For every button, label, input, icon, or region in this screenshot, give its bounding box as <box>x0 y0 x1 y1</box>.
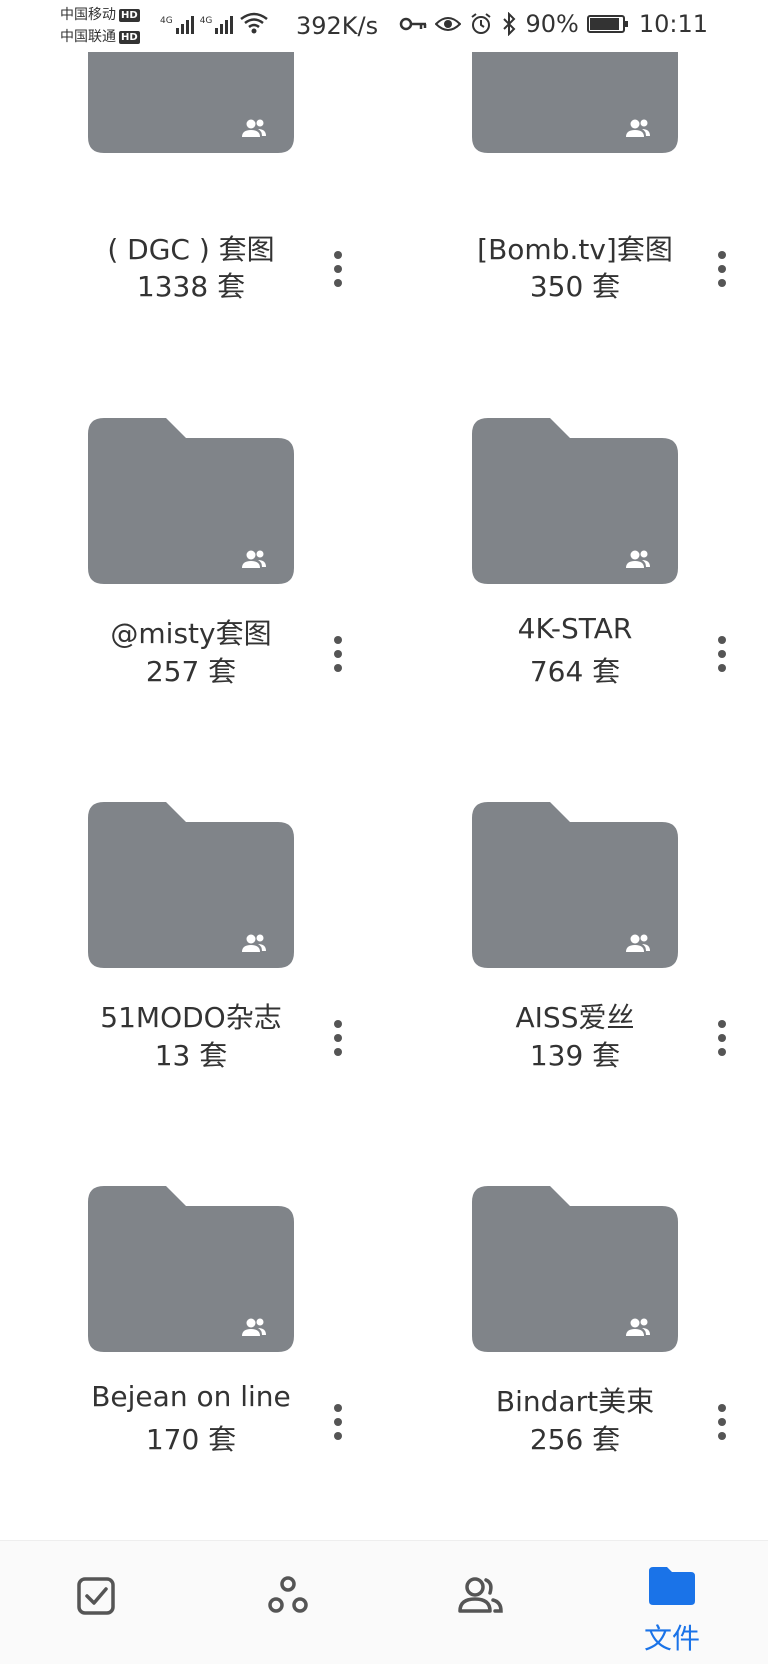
folder-item[interactable]: 51MODO杂志 13 套 <box>0 768 384 1152</box>
signal-strength-icon: 4G <box>160 16 194 34</box>
nav-item-contacts[interactable] <box>384 1541 576 1664</box>
more-options-button[interactable] <box>704 245 740 293</box>
folder-name: ( DGC ) 套图 <box>107 233 275 266</box>
folder-count: 256 套 <box>529 1423 621 1456</box>
more-options-button[interactable] <box>320 245 356 293</box>
more-options-button[interactable] <box>704 1398 740 1446</box>
folder-item[interactable]: Bindart美束 256 套 <box>384 1152 768 1536</box>
folder-item[interactable]: @misty套图 257 套 <box>0 384 384 768</box>
shared-folder-icon <box>472 802 678 968</box>
shared-folder-icon <box>88 802 294 968</box>
bluetooth-icon <box>503 12 516 36</box>
clock-time: 10:11 <box>638 10 708 38</box>
folder-name: [Bomb.tv]套图 <box>477 233 673 266</box>
folder-item[interactable]: 4K-STAR 764 套 <box>384 384 768 768</box>
more-options-button[interactable] <box>320 1398 356 1446</box>
signal-strength-icon: 4G <box>200 16 234 34</box>
more-options-button[interactable] <box>320 630 356 678</box>
folder-name: 51MODO杂志 <box>100 1001 282 1034</box>
hd-badge: HD <box>119 30 140 44</box>
folder-count: 139 套 <box>529 1039 621 1072</box>
network-speed: 392K/s <box>296 12 379 40</box>
battery-percent: 90% <box>525 10 579 38</box>
carrier-2-label: 中国联通 <box>60 29 116 45</box>
eye-icon <box>435 17 462 31</box>
carrier-1-label: 中国移动 <box>60 7 116 23</box>
battery-icon <box>586 15 628 33</box>
hd-badge: HD <box>119 8 140 22</box>
checkbox-icon <box>77 1577 115 1615</box>
folder-count: 170 套 <box>145 1423 237 1456</box>
folder-name: 4K-STAR <box>517 612 633 645</box>
share-nodes-icon <box>268 1576 308 1613</box>
people-icon <box>458 1577 503 1613</box>
folder-item[interactable]: AISS爱丝 139 套 <box>384 768 768 1152</box>
status-bar: 中国移动 HD 中国联通 HD 4G 4G 392K/s 90% 10:11 <box>0 0 768 52</box>
more-options-button[interactable] <box>704 630 740 678</box>
network-type-label: 4G <box>199 16 213 26</box>
folder-count: 257 套 <box>145 655 237 688</box>
network-type-label: 4G <box>160 16 173 26</box>
folder-count: 13 套 <box>154 1039 228 1072</box>
folder-name: AISS爱丝 <box>515 1001 635 1034</box>
alarm-icon <box>471 13 492 34</box>
nav-item-tasks[interactable] <box>0 1541 192 1664</box>
shared-folder-icon <box>472 1186 678 1352</box>
shared-folder-icon <box>472 418 678 584</box>
key-icon <box>400 17 427 31</box>
folder-item[interactable]: Bejean on line 170 套 <box>0 1152 384 1536</box>
nav-label-files: 文件 <box>643 1622 700 1655</box>
folder-count: 1338 套 <box>136 270 246 303</box>
signal-indicators: 4G 4G <box>160 12 269 34</box>
folder-icon <box>649 1567 695 1605</box>
folder-count: 350 套 <box>529 270 621 303</box>
more-options-button[interactable] <box>704 1014 740 1062</box>
screen: ( DGC ) 套图 1338 套 [Bomb.tv]套图 350 套 @mis… <box>0 0 768 1664</box>
nav-item-share[interactable] <box>192 1541 384 1664</box>
folder-grid: ( DGC ) 套图 1338 套 [Bomb.tv]套图 350 套 @mis… <box>0 0 768 1540</box>
nav-item-files[interactable]: 文件 <box>576 1541 768 1664</box>
folder-name: @misty套图 <box>110 617 272 650</box>
folder-name: Bindart美束 <box>495 1385 655 1418</box>
shared-folder-icon <box>88 1186 294 1352</box>
status-icons: 90% 10:11 <box>399 10 708 38</box>
bottom-navigation: 文件 <box>0 1540 768 1664</box>
battery-fill <box>589 18 619 30</box>
wifi-icon <box>240 12 269 34</box>
folder-count: 764 套 <box>529 655 621 688</box>
shared-folder-icon <box>88 418 294 584</box>
more-options-button[interactable] <box>320 1014 356 1062</box>
carrier-info: 中国移动 HD 中国联通 HD <box>60 4 140 48</box>
folder-name: Bejean on line <box>91 1380 291 1413</box>
